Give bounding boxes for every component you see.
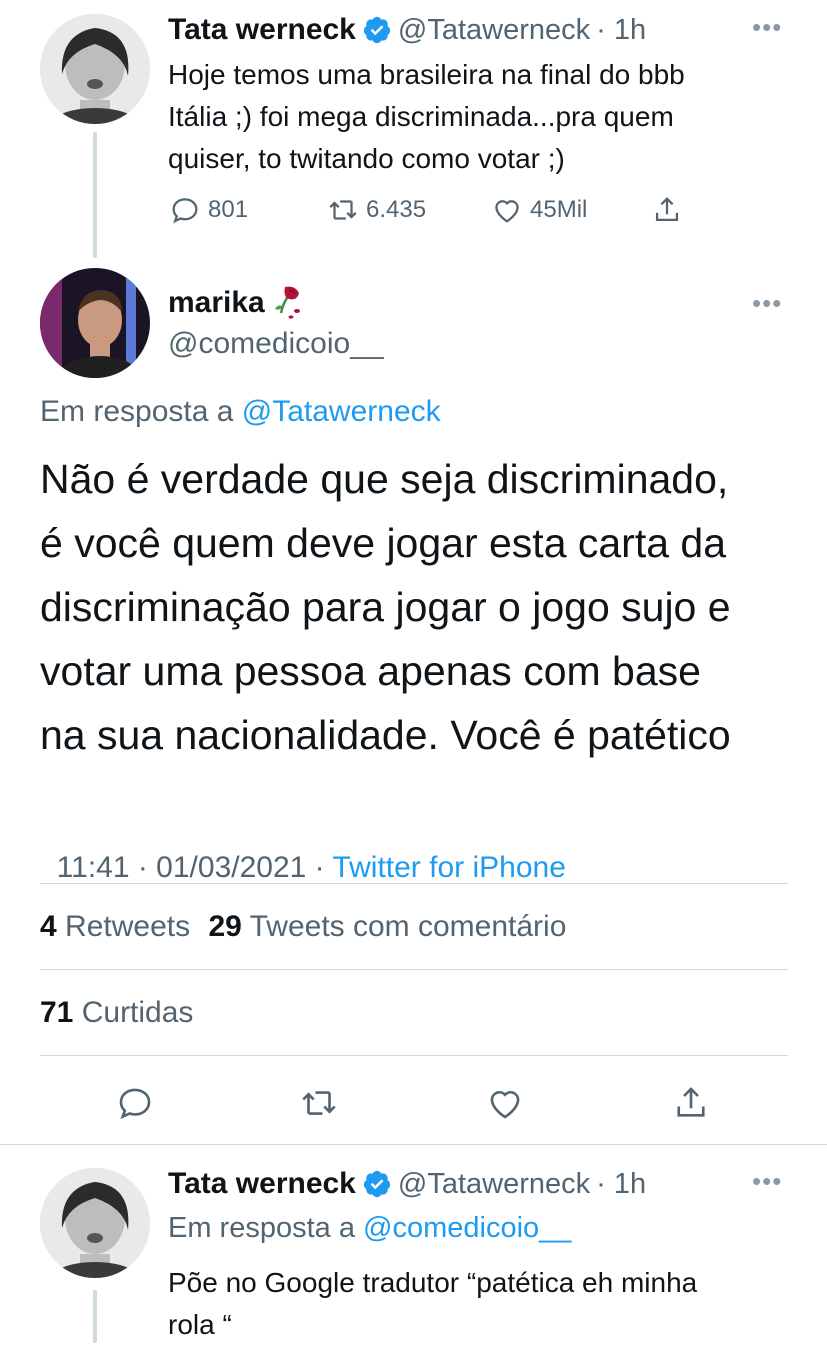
main-reply-button[interactable] — [114, 1082, 156, 1129]
tweet1-retweet-count: 6.435 — [366, 196, 427, 223]
tweet1-author-name[interactable]: Tata werneck — [168, 13, 356, 47]
tweet1-retweet-button[interactable]: 6.435 — [326, 193, 426, 227]
main-stats-likes[interactable]: 71 Curtidas — [40, 996, 193, 1030]
main-author: marika @comedicoio__ — [168, 283, 384, 361]
retweet-icon — [329, 200, 357, 220]
verified-badge-icon — [362, 15, 392, 45]
reply-context-handle-link[interactable]: @comedicoio__ — [363, 1212, 571, 1244]
verified-badge-icon — [362, 1169, 392, 1199]
retweet-icon — [302, 1091, 336, 1115]
rose-emoji — [267, 283, 307, 323]
retweets-count: 4 — [40, 910, 57, 943]
reply-text-line: rola “ — [168, 1309, 232, 1340]
tweet1-handle[interactable]: @Tatawerneck — [398, 14, 590, 47]
main-text-line: é você quem deve jogar esta carta da — [40, 520, 727, 566]
tweet1-text-line: Hoje temos uma brasileira na final do bb… — [168, 59, 685, 90]
thread-line — [93, 132, 97, 258]
reply-header: Tata werneck @Tatawerneck · 1h — [168, 1164, 646, 1204]
tweet1-time: · 1h — [596, 13, 647, 46]
retweets-label: Retweets — [65, 910, 191, 943]
main-more-icon[interactable]: ••• — [752, 288, 782, 319]
tweet1-text-line: Itália ;) foi mega discriminada...pra qu… — [168, 101, 674, 132]
main-reply-prefix: Em resposta a — [40, 395, 234, 428]
tweet1-reply-button[interactable]: 801 — [168, 193, 248, 227]
main-author-handle[interactable]: @comedicoio__ — [168, 327, 384, 361]
divider — [0, 1144, 827, 1145]
tweet1-like-count: 45Mil — [530, 196, 588, 223]
main-source-link[interactable]: Twitter for iPhone — [332, 851, 565, 884]
tweet1-text: Hoje temos uma brasileira na final do bb… — [168, 54, 808, 180]
tweet1-header: Tata werneck @Tatawerneck · 1h — [168, 10, 646, 50]
reply-handle[interactable]: @Tatawerneck — [398, 1168, 590, 1201]
reply-context: Em resposta a @comedicoio__ — [168, 1212, 571, 1245]
like-icon — [490, 1090, 520, 1119]
reply-more-icon[interactable]: ••• — [752, 1166, 782, 1197]
tweet1-more-icon[interactable]: ••• — [752, 12, 782, 43]
reply-context-prefix: Em resposta a — [168, 1212, 355, 1244]
tweet1-like-button[interactable]: 45Mil — [490, 193, 587, 227]
main-retweet-button[interactable] — [298, 1082, 340, 1129]
main-author-name[interactable]: marika — [168, 286, 265, 320]
main-reply-context: Em resposta a @Tatawerneck — [40, 395, 441, 429]
reply-time: · 1h — [596, 1167, 647, 1200]
reply-avatar[interactable] — [40, 1168, 150, 1278]
share-icon — [655, 197, 679, 222]
main-actions — [40, 1078, 788, 1128]
share-icon — [677, 1087, 705, 1117]
tweet1-share-button[interactable] — [650, 193, 690, 227]
likes-label: Curtidas — [81, 996, 194, 1029]
tweet1-actions: 801 6.435 45Mil — [168, 190, 728, 230]
thread-line — [93, 1290, 97, 1343]
like-icon — [495, 200, 519, 223]
tweet1-text-line: quiser, to twitando como votar ;) — [168, 143, 565, 174]
main-stats-retweets[interactable]: 4 Retweets 29 Tweets com comentário — [40, 910, 566, 944]
main-timestamp-row: 11:41 · 01/03/2021 · Twitter for iPhone — [40, 817, 566, 885]
main-reply-handle-link[interactable]: @Tatawerneck — [242, 395, 441, 428]
main-share-button[interactable] — [670, 1082, 712, 1129]
reply-icon — [172, 198, 198, 224]
reply-author-name[interactable]: Tata werneck — [168, 1167, 356, 1201]
main-tweet-text: Não é verdade que seja discriminado, é v… — [40, 447, 810, 767]
main-text-line: discriminação para jogar o jogo sujo e — [40, 584, 731, 630]
main-text-line: Não é verdade que seja discriminado, — [40, 456, 729, 502]
main-timestamp: 11:41 · 01/03/2021 · — [56, 851, 333, 884]
main-text-line: votar uma pessoa apenas com base — [40, 648, 701, 694]
avatar-photo — [40, 268, 150, 378]
quotes-count: 29 — [208, 910, 242, 943]
reply-text: Põe no Google tradutor “patética eh minh… — [168, 1262, 808, 1346]
main-like-button[interactable] — [484, 1082, 526, 1129]
reply-icon — [119, 1088, 151, 1120]
divider — [40, 969, 788, 970]
avatar-photo — [40, 14, 150, 124]
tweet1-reply-count: 801 — [208, 196, 249, 223]
main-avatar[interactable] — [40, 268, 150, 378]
reply-text-line: Põe no Google tradutor “patética eh minh… — [168, 1267, 698, 1298]
divider — [40, 1055, 788, 1056]
likes-count: 71 — [40, 996, 74, 1029]
main-text-line: na sua nacionalidade. Você é patético — [40, 712, 731, 758]
tweet1-avatar[interactable] — [40, 14, 150, 124]
quotes-label: Tweets com comentário — [249, 910, 567, 943]
divider — [40, 883, 788, 884]
avatar-photo — [40, 1168, 150, 1278]
